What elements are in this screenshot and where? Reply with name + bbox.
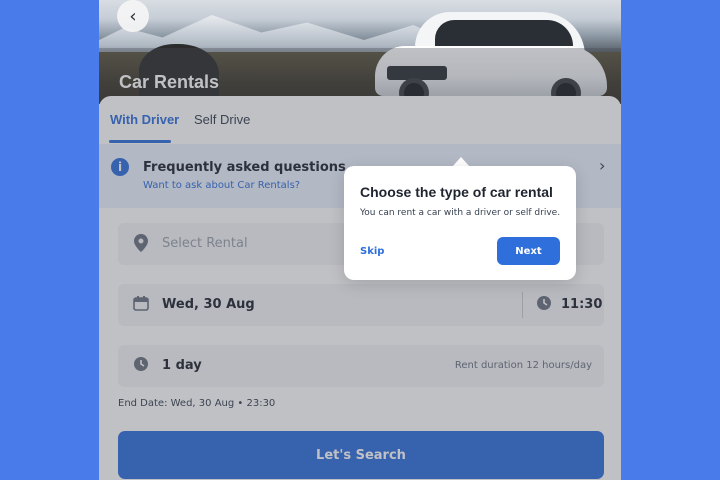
skip-button[interactable]: Skip	[360, 246, 384, 257]
chevron-left-icon: ‹	[129, 5, 137, 27]
app-screen: ‹ Car Rentals With Driver Self Drive i F…	[99, 0, 621, 480]
tooltip-body: You can rent a car with a driver or self…	[360, 208, 561, 218]
next-button[interactable]: Next	[497, 237, 560, 265]
onboarding-tooltip: Choose the type of car rental You can re…	[344, 166, 576, 280]
back-button[interactable]: ‹	[117, 0, 149, 32]
tooltip-title: Choose the type of car rental	[360, 184, 553, 200]
